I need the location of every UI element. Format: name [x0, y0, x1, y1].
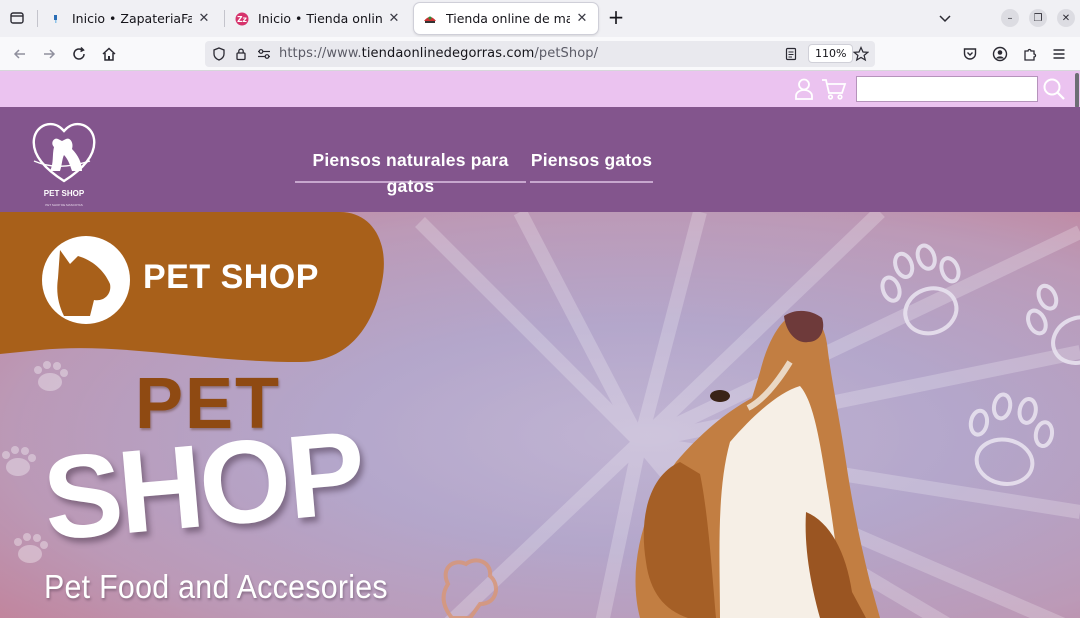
pocket-icon[interactable]: [959, 43, 981, 65]
web-page: PET SHOP PET SHOP DE MASCOTAS Piensos na…: [0, 71, 1080, 618]
tab-title: Inicio • Tienda online de r: [258, 11, 382, 26]
back-arrow-icon[interactable]: [9, 43, 31, 65]
browser-tab-strip: Inicio • ZapateriaFashion ✕ Zz Inicio • …: [0, 0, 1080, 37]
new-tab-button[interactable]: +: [606, 7, 626, 28]
extensions-puzzle-icon[interactable]: [1019, 43, 1041, 65]
zoom-level-button[interactable]: 110%: [808, 44, 854, 63]
browser-tab-tienda-online[interactable]: Zz Inicio • Tienda online de r ✕: [226, 3, 410, 34]
svg-text:Zz: Zz: [237, 15, 247, 24]
restore-button[interactable]: ❐: [1029, 9, 1047, 27]
minimize-button[interactable]: –: [1001, 9, 1019, 27]
tienda-favicon-icon: Zz: [234, 11, 250, 27]
close-tab-icon[interactable]: ✕: [574, 11, 590, 27]
url-prefix: https://www.: [279, 46, 362, 61]
browser-tab-zapateria[interactable]: Inicio • ZapateriaFashion ✕: [40, 3, 220, 34]
permissions-sliders-icon[interactable]: [255, 45, 273, 63]
reader-view-icon[interactable]: [782, 45, 800, 63]
shopping-cart-icon[interactable]: [821, 77, 847, 101]
mascotas-favicon-icon: [422, 11, 438, 27]
tab-title: Tienda online de mascota: [446, 11, 570, 26]
zapateria-favicon-icon: [48, 11, 64, 27]
tracking-protection-shield-icon[interactable]: [210, 45, 228, 63]
menu-item-piensos-gatos[interactable]: Piensos gatos: [530, 147, 653, 183]
pet-shop-logo[interactable]: PET SHOP PET SHOP DE MASCOTAS: [28, 115, 100, 207]
logo-name: PET SHOP: [43, 189, 85, 198]
reload-icon[interactable]: [68, 43, 90, 65]
browser-tab-mascotas[interactable]: Tienda online de mascota ✕: [414, 3, 598, 34]
list-all-tabs-chevron-down-icon[interactable]: [935, 9, 955, 29]
close-tab-icon[interactable]: ✕: [196, 11, 212, 27]
site-search-input[interactable]: [856, 76, 1038, 102]
navigation-toolbar: https://www.tiendaonlinedegorras.com/pet…: [0, 37, 1080, 71]
close-window-button[interactable]: ✕: [1057, 9, 1075, 27]
search-icon[interactable]: [1041, 77, 1067, 101]
logo-tagline: PET SHOP DE MASCOTAS: [45, 203, 83, 207]
hero-banner: PET SHOP PET SHOP Pet Food and Accesorie…: [0, 212, 1080, 618]
url-domain: tiendaonlinedegorras.com: [361, 46, 535, 61]
home-icon[interactable]: [98, 43, 120, 65]
close-tab-icon[interactable]: ✕: [386, 11, 402, 27]
address-bar[interactable]: https://www.tiendaonlinedegorras.com/pet…: [205, 41, 875, 67]
application-menu-icon[interactable]: [1048, 43, 1070, 65]
page-scrollbar-thumb[interactable]: [1075, 73, 1079, 108]
hero-shop-heading: SHOP: [38, 406, 367, 566]
menu-item-piensos-naturales-gatos[interactable]: Piensos naturales para gatos: [295, 147, 526, 196]
forward-arrow-icon[interactable]: [38, 43, 60, 65]
lock-icon[interactable]: [232, 45, 250, 63]
heart-pets-logo-icon: [32, 122, 96, 183]
url-path: /petShop/: [534, 46, 599, 61]
hero-subtitle: Pet Food and Accesories: [44, 568, 388, 605]
banner-brand-text: PET SHOP: [143, 258, 319, 296]
url-text[interactable]: https://www.tiendaonlinedegorras.com/pet…: [279, 46, 598, 61]
bookmark-star-icon[interactable]: [852, 45, 870, 63]
site-header: PET SHOP PET SHOP DE MASCOTAS Piensos na…: [0, 107, 1080, 212]
tab-title: Inicio • ZapateriaFashion: [72, 11, 192, 26]
user-account-icon[interactable]: [791, 77, 817, 101]
account-icon[interactable]: [989, 43, 1011, 65]
utility-bar: [0, 71, 1080, 108]
tab-overview-icon[interactable]: [6, 7, 28, 29]
